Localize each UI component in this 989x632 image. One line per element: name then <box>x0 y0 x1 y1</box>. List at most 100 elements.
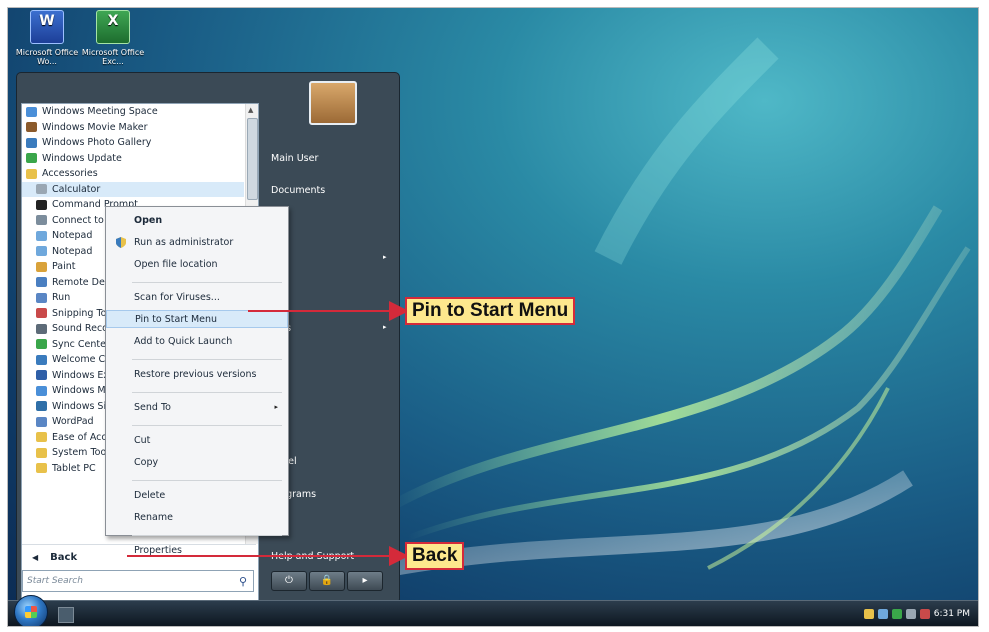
context-menu-label: Copy <box>134 456 159 468</box>
volume-icon[interactable] <box>919 609 930 619</box>
program-icon <box>36 308 47 319</box>
excel-icon: X <box>96 10 130 44</box>
context-menu-item-restore-previous-versions[interactable]: Restore previous versions <box>106 365 288 383</box>
context-menu-label: Restore previous versions <box>134 368 257 380</box>
right-item-main-user[interactable]: Main User <box>271 153 318 164</box>
desktop-icon-label: Microsoft Office Wo... <box>15 48 79 66</box>
start-button[interactable] <box>14 595 48 626</box>
back-label: Back <box>50 551 78 563</box>
program-label: Accessories <box>42 168 98 180</box>
program-icon <box>36 323 47 334</box>
program-label: Paint <box>52 261 76 273</box>
context-menu-label: Open <box>134 214 163 226</box>
taskbar: 6:31 PM <box>8 595 978 626</box>
program-icon <box>36 215 47 226</box>
context-menu-label: Add to Quick Launch <box>134 335 233 347</box>
program-icon <box>36 401 47 412</box>
context-menu-label: Pin to Start Menu <box>135 313 218 325</box>
program-icon <box>36 447 47 458</box>
context-menu-label: Run as administrator <box>134 236 234 248</box>
program-icon <box>36 370 47 381</box>
tray-icon[interactable] <box>877 609 888 619</box>
program-icon <box>36 292 47 303</box>
submenu-arrow-icon: ▸ <box>274 403 278 411</box>
word-icon: W <box>30 10 64 44</box>
user-picture[interactable] <box>309 81 357 125</box>
context-menu-item-run-as-administrator[interactable]: Run as administrator <box>106 233 288 251</box>
program-icon <box>36 463 47 474</box>
program-icon <box>36 261 47 272</box>
program-label: Windows Meeting Space <box>42 106 158 118</box>
power-icon: ⏻ <box>285 575 293 586</box>
context-menu-label: Scan for Viruses... <box>134 291 220 303</box>
program-list-item[interactable]: Windows Update <box>22 151 244 167</box>
context-menu-item-pin-to-start-menu[interactable]: Pin to Start Menu <box>106 310 288 328</box>
context-menu-item-properties[interactable]: Properties <box>106 541 288 559</box>
context-menu-item-cut[interactable]: Cut <box>106 431 288 449</box>
program-icon <box>36 385 47 396</box>
desktop-icon-word[interactable]: W Microsoft Office Wo... <box>14 10 80 66</box>
windows-logo-icon <box>25 606 37 618</box>
uac-shield-icon <box>116 236 126 248</box>
start-search-input[interactable]: Start Search ⚲ <box>22 570 254 592</box>
power-button[interactable]: ⏻ <box>271 571 307 591</box>
menu-separator <box>132 282 282 283</box>
shutdown-options-button[interactable]: ▸ <box>347 571 383 591</box>
program-icon <box>26 122 37 133</box>
context-menu-label: Properties <box>134 544 183 556</box>
context-menu-item-rename[interactable]: Rename <box>106 508 288 526</box>
system-tray: 6:31 PM <box>863 605 970 623</box>
context-menu: Open Run as administrator Open file locati… <box>105 206 289 556</box>
program-icon <box>36 184 47 195</box>
menu-separator <box>132 425 282 426</box>
callout-back: Back <box>405 542 465 570</box>
scroll-up-arrow-icon[interactable]: ▲ <box>248 106 253 114</box>
program-list-item[interactable]: Windows Movie Maker <box>22 120 244 136</box>
context-menu-item-open[interactable]: Open <box>106 211 288 229</box>
context-menu-item-scan-for-viruses[interactable]: Scan for Viruses... <box>106 288 288 306</box>
quick-launch-icon[interactable] <box>58 607 74 623</box>
desktop-icon-excel[interactable]: X Microsoft Office Exc... <box>80 10 146 66</box>
program-icon <box>36 277 47 288</box>
program-icon <box>36 230 47 241</box>
scroll-thumb[interactable] <box>247 118 258 200</box>
context-menu-item-delete[interactable]: Delete <box>106 486 288 504</box>
program-icon <box>36 354 47 365</box>
context-menu-item-open-file-location[interactable]: Open file location <box>106 255 288 273</box>
back-arrow-icon: ◀ <box>32 552 39 562</box>
context-menu-label: Rename <box>134 511 173 523</box>
program-label: Calculator <box>52 183 101 195</box>
program-label: Tablet PC <box>52 462 96 474</box>
right-item-documents[interactable]: Documents <box>271 185 325 196</box>
program-icon <box>36 416 47 427</box>
program-list-item[interactable]: Windows Photo Gallery <box>22 135 244 151</box>
tray-icon[interactable] <box>863 609 874 619</box>
menu-separator <box>132 359 282 360</box>
context-menu-item-add-to-quick-launch[interactable]: Add to Quick Launch <box>106 332 288 350</box>
context-menu-label: Send To <box>134 401 171 413</box>
program-label: Notepad <box>52 230 93 242</box>
lock-button[interactable]: 🔒 <box>309 571 345 591</box>
submenu-arrow-icon: ▸ <box>383 323 387 331</box>
program-list-item[interactable]: Windows Meeting Space <box>22 104 244 120</box>
tray-icon[interactable] <box>891 609 902 619</box>
program-icon <box>26 168 37 179</box>
context-menu-item-copy[interactable]: Copy <box>106 453 288 471</box>
context-menu-label: Delete <box>134 489 166 501</box>
context-menu-item-send-to[interactable]: Send To ▸ <box>106 398 288 416</box>
program-list-item[interactable]: Calculator <box>22 181 244 197</box>
clock[interactable]: 6:31 PM <box>934 609 970 619</box>
program-label: Windows Movie Maker <box>42 121 148 133</box>
program-label: Windows Update <box>42 152 122 164</box>
program-icon <box>36 339 47 350</box>
network-icon[interactable] <box>905 609 916 619</box>
menu-separator <box>132 480 282 481</box>
program-label: WordPad <box>52 416 94 428</box>
context-menu-label: Cut <box>134 434 151 446</box>
context-menu-label: Open file location <box>134 258 218 270</box>
program-icon <box>26 137 37 148</box>
program-list-item[interactable]: Accessories <box>22 166 244 182</box>
search-icon[interactable]: ⚲ <box>239 575 247 588</box>
power-controls: ⏻ 🔒 ▸ <box>271 571 391 591</box>
callout-pin-to-start-menu: Pin to Start Menu <box>405 297 576 325</box>
